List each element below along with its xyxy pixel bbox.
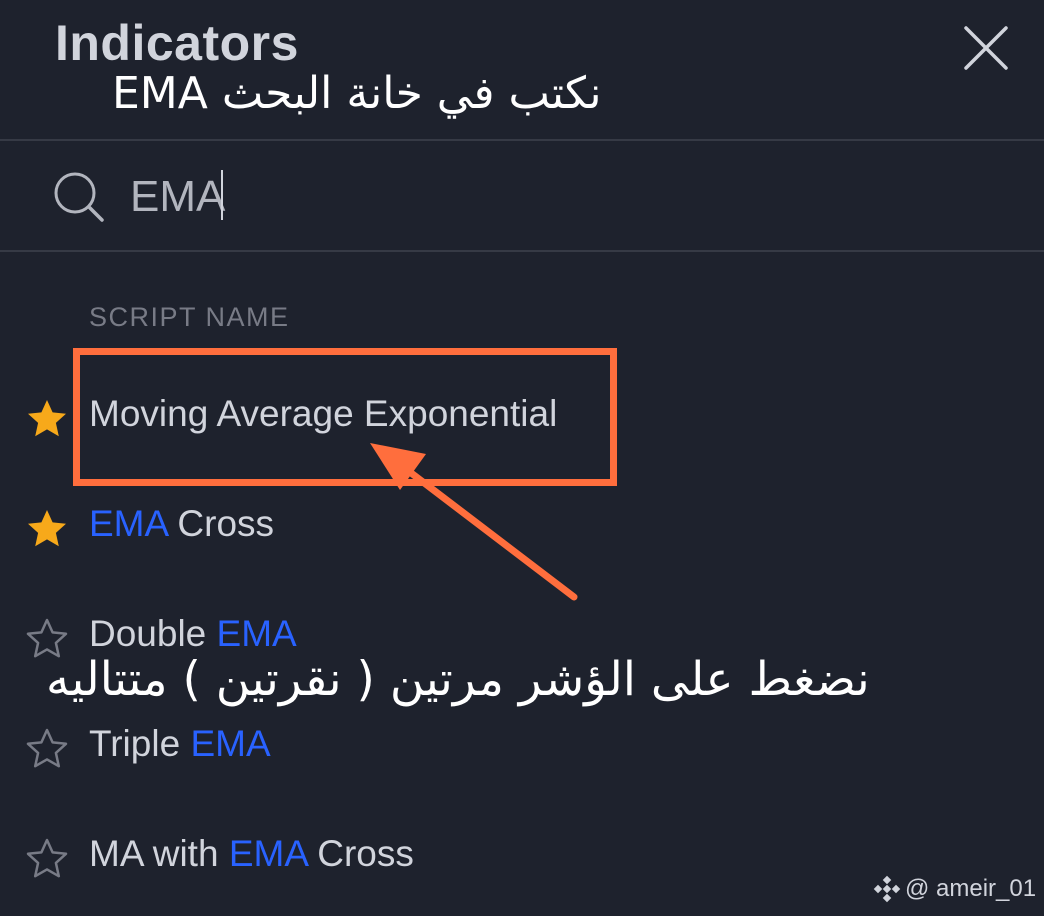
list-item-label: Double EMA xyxy=(89,613,297,655)
star-outline-icon[interactable] xyxy=(25,837,69,881)
list-item[interactable]: Triple EMA xyxy=(0,693,1044,803)
close-icon xyxy=(964,26,1008,70)
list-item-label: Moving Average Exponential xyxy=(89,393,557,435)
section-label-script-name: SCRIPT NAME xyxy=(89,302,290,332)
search-divider xyxy=(0,250,1044,252)
list-item-label: EMA Cross xyxy=(89,503,274,545)
match-highlight: EMA xyxy=(216,613,297,654)
close-button[interactable] xyxy=(962,24,1010,72)
label-text: Triple xyxy=(89,723,191,764)
search-icon xyxy=(54,172,104,222)
star-filled-icon[interactable] xyxy=(25,507,69,551)
star-filled-icon[interactable] xyxy=(25,397,69,441)
list-item-label: Triple EMA xyxy=(89,723,271,765)
list-item-label: MA with EMA Cross xyxy=(89,833,414,875)
list-item[interactable]: Moving Average Exponential xyxy=(0,363,1044,473)
watermark: @ ameir_01 xyxy=(873,875,1036,903)
search-bar[interactable] xyxy=(0,142,1044,250)
text-caret xyxy=(221,170,223,220)
match-highlight: EMA xyxy=(89,503,168,544)
match-highlight: EMA xyxy=(228,833,307,874)
indicators-panel: Indicators نكتب في خانة البحث EMA SCRIPT… xyxy=(0,0,1044,916)
search-input[interactable] xyxy=(130,168,950,226)
label-text: Double xyxy=(89,613,217,654)
label-text: Cross xyxy=(167,503,275,544)
watermark-text: @ ameir_01 xyxy=(905,875,1037,902)
instruction-overlay-bottom: نضغط على الؤشر مرتين ( نقرتين ) متتاليه xyxy=(46,652,870,707)
results-list: Moving Average Exponential EMA Cross Doubl… xyxy=(0,363,1044,913)
label-text: Cross xyxy=(306,833,414,874)
header-divider xyxy=(0,139,1044,141)
list-item[interactable]: EMA Cross xyxy=(0,473,1044,583)
instruction-overlay-top: نكتب في خانة البحث EMA xyxy=(112,68,602,119)
label-text: Moving Average Exponential xyxy=(89,393,558,434)
star-outline-icon[interactable] xyxy=(25,727,69,771)
binance-logo-icon xyxy=(873,875,901,903)
label-text: MA with xyxy=(89,833,229,874)
match-highlight: EMA xyxy=(190,723,271,764)
panel-title: Indicators xyxy=(55,15,299,71)
